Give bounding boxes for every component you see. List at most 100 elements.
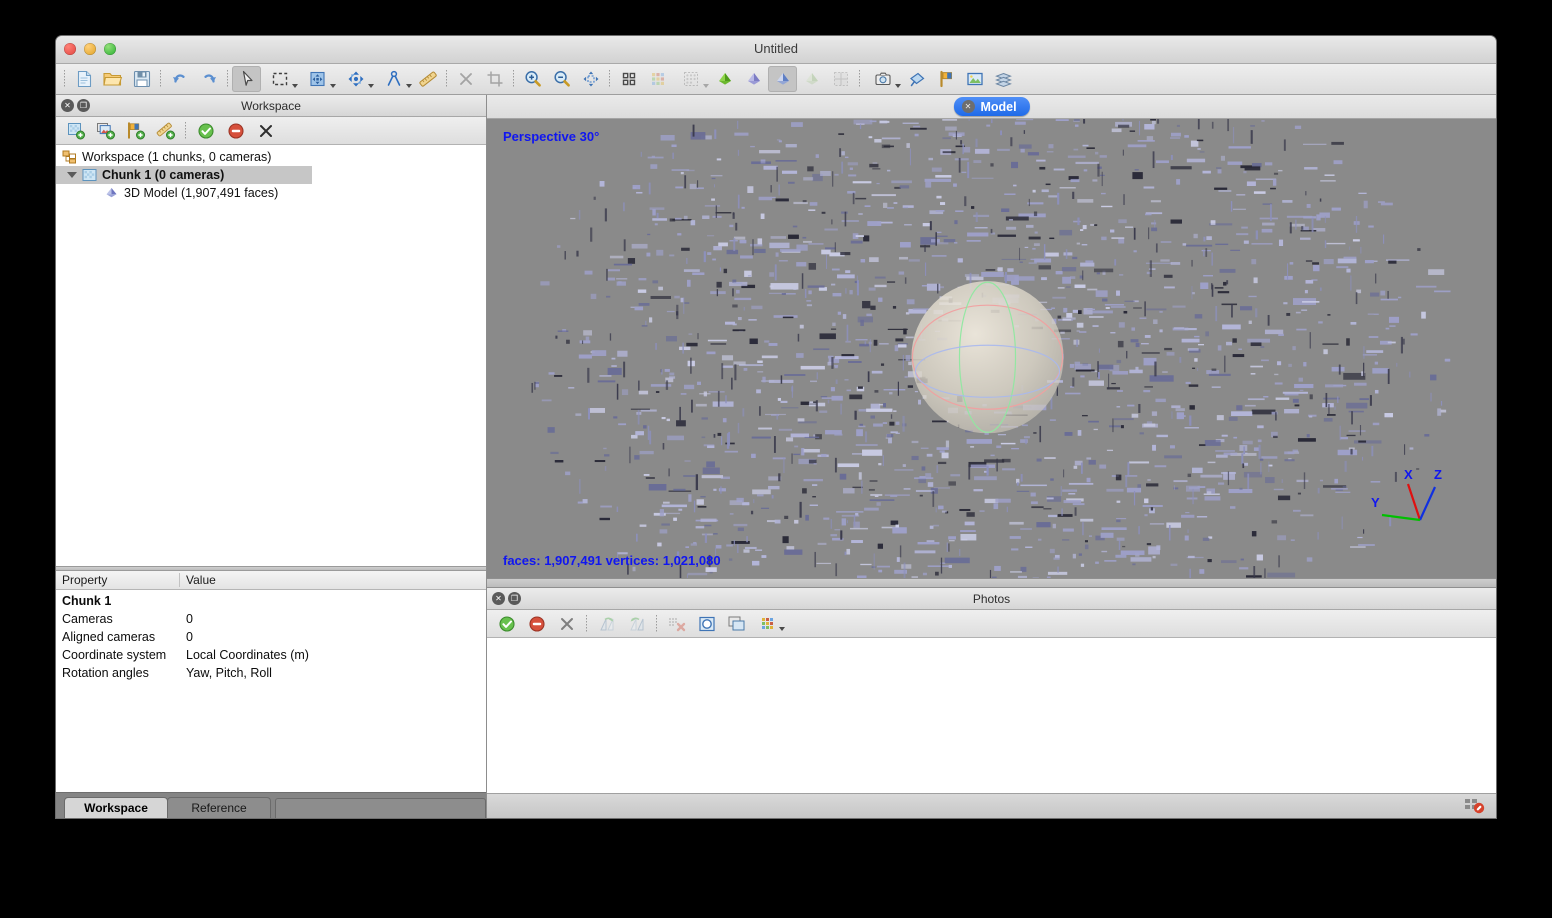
resize-region-icon[interactable] (337, 66, 375, 92)
tree-item-3d-model[interactable]: 3D Model (1,907,491 faces) (56, 184, 486, 202)
properties-table: Chunk 1 Cameras 0 Aligned cameras 0 Coor… (56, 590, 486, 792)
undo-icon[interactable] (165, 66, 194, 92)
save-icon[interactable] (127, 66, 156, 92)
mesh-stats-label: faces: 1,907,491 vertices: 1,021,080 (503, 553, 721, 568)
remove-items-button[interactable] (251, 119, 280, 142)
gpu-disabled-indicator[interactable] (1464, 797, 1486, 814)
tree-item-workspace[interactable]: Workspace (1 chunks, 0 cameras) (56, 148, 486, 166)
table-row[interactable]: Cameras 0 (56, 610, 486, 628)
chevron-down-icon[interactable] (292, 84, 298, 88)
disable-button[interactable] (221, 119, 250, 142)
close-icon[interactable]: ✕ (961, 100, 974, 113)
zoom-in-icon[interactable] (518, 66, 547, 92)
photos-toolbar (487, 610, 1496, 638)
layers-icon[interactable] (989, 66, 1018, 92)
photos-panel-header-buttons: ✕ ❐ (492, 592, 521, 605)
panel-float-button[interactable]: ❐ (508, 592, 521, 605)
disable-photos-button[interactable] (522, 612, 551, 635)
chevron-down-icon[interactable] (895, 84, 901, 88)
show-thumbnails-icon[interactable] (643, 66, 672, 92)
chevron-down-icon[interactable] (703, 84, 709, 88)
window-title: Untitled (56, 41, 1496, 56)
thumbnail-size-button[interactable] (752, 612, 786, 635)
photo-compare-button[interactable] (722, 612, 751, 635)
scale-bar-icon[interactable] (413, 66, 442, 92)
chevron-down-icon[interactable] (406, 84, 412, 88)
properties-header: Property Value (56, 571, 486, 590)
camera-view-icon[interactable] (864, 66, 902, 92)
toolbar-separator (509, 69, 518, 89)
title-bar: Untitled (56, 36, 1496, 64)
move-object-icon[interactable] (299, 66, 337, 92)
axis-gizmo[interactable]: X Z Y (1371, 471, 1461, 533)
pointer-tool-icon[interactable] (232, 66, 261, 92)
add-photos-button[interactable] (91, 119, 120, 142)
rotate-right-button[interactable] (592, 612, 621, 635)
point-cloud-icon[interactable] (672, 66, 710, 92)
workspace-dock: ✕ ❐ Workspace (56, 95, 487, 818)
panel-close-button[interactable]: ✕ (61, 99, 74, 112)
property-value: Yaw, Pitch, Roll (180, 666, 272, 680)
open-folder-icon[interactable] (98, 66, 127, 92)
workspace-tree[interactable]: Workspace (1 chunks, 0 cameras) Chunk 1 … (56, 145, 486, 566)
chevron-down-icon[interactable] (779, 627, 785, 631)
table-row[interactable]: Coordinate system Local Coordinates (m) (56, 646, 486, 664)
remove-photos-button[interactable] (552, 612, 581, 635)
rectangle-selection-icon[interactable] (261, 66, 299, 92)
new-document-icon[interactable] (69, 66, 98, 92)
property-key: Chunk 1 (56, 594, 180, 608)
property-value: Local Coordinates (m) (180, 648, 309, 662)
viewport-photos-splitter[interactable] (487, 578, 1496, 588)
tree-item-label: Workspace (1 chunks, 0 cameras) (82, 150, 271, 164)
mesh-render (487, 119, 1496, 578)
add-scalebar-button[interactable] (151, 119, 180, 142)
chevron-down-icon[interactable] (66, 170, 77, 181)
workspace-toolbar (56, 117, 486, 145)
ruler-tool-icon[interactable] (375, 66, 413, 92)
tab-reference[interactable]: Reference (167, 797, 271, 818)
reset-view-icon[interactable] (576, 66, 605, 92)
table-row[interactable]: Rotation angles Yaw, Pitch, Roll (56, 664, 486, 682)
photo-detail-button[interactable] (692, 612, 721, 635)
crop-selection-icon[interactable] (480, 66, 509, 92)
property-key: Aligned cameras (56, 630, 180, 644)
markers-icon[interactable] (931, 66, 960, 92)
tab-workspace[interactable]: Workspace (64, 797, 168, 818)
photo-view-icon[interactable] (960, 66, 989, 92)
dem-icon[interactable] (826, 66, 855, 92)
redo-icon[interactable] (194, 66, 223, 92)
model-viewport[interactable]: Perspective 30° faces: 1,907,491 vertice… (487, 119, 1496, 578)
delete-selection-icon[interactable] (451, 66, 480, 92)
workspace-toolbar-separator (181, 121, 190, 141)
tree-item-chunk-1[interactable]: Chunk 1 (0 cameras) (56, 166, 312, 184)
properties-column-value: Value (180, 573, 216, 587)
photos-dock: ✕ ❐ Photos (487, 588, 1496, 793)
mesh-textured-icon[interactable] (797, 66, 826, 92)
dense-cloud-icon[interactable] (710, 66, 739, 92)
view-tab-model[interactable]: ✕ Model (953, 97, 1029, 116)
show-cameras-icon[interactable] (614, 66, 643, 92)
navigate-icon[interactable] (902, 66, 931, 92)
panel-close-button[interactable]: ✕ (492, 592, 505, 605)
property-value: 0 (180, 630, 193, 644)
photos-list[interactable] (487, 638, 1496, 793)
workspace-panel-header: ✕ ❐ Workspace (56, 95, 486, 117)
reset-masks-button[interactable] (662, 612, 691, 635)
panel-float-button[interactable]: ❐ (77, 99, 90, 112)
enable-button[interactable] (191, 119, 220, 142)
table-row[interactable]: Chunk 1 (56, 592, 486, 610)
enable-photos-button[interactable] (492, 612, 521, 635)
mesh-solid-icon[interactable] (768, 66, 797, 92)
chevron-down-icon[interactable] (368, 84, 374, 88)
table-row[interactable]: Aligned cameras 0 (56, 628, 486, 646)
add-chunk-button[interactable] (61, 119, 90, 142)
chevron-down-icon[interactable] (330, 84, 336, 88)
dock-tab-filler (275, 798, 486, 818)
zoom-out-icon[interactable] (547, 66, 576, 92)
mesh-shaded-icon[interactable] (739, 66, 768, 92)
rotate-left-button[interactable] (622, 612, 651, 635)
main-body: ✕ ❐ Workspace (56, 95, 1496, 818)
axis-x-label: X (1404, 467, 1413, 482)
add-markers-button[interactable] (121, 119, 150, 142)
tree-item-label: 3D Model (1,907,491 faces) (124, 186, 278, 200)
